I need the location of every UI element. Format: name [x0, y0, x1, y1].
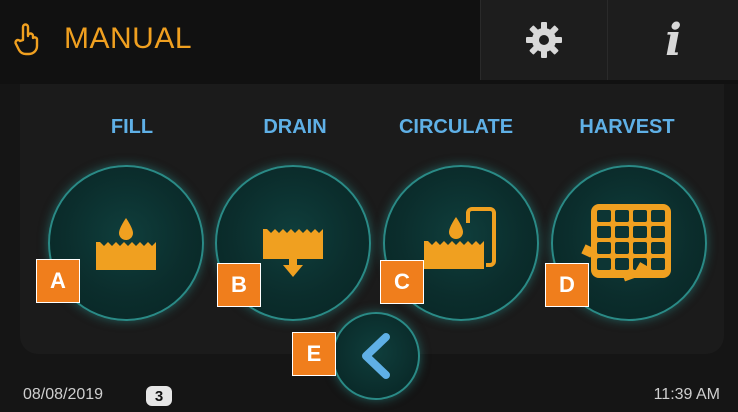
fill-icon	[96, 218, 156, 270]
fill-tag: A	[36, 259, 80, 303]
gear-icon	[526, 22, 562, 58]
back-button[interactable]	[332, 312, 420, 400]
manual-screen: MANUAL i FILL A DRAIN B CIRCULATE C HARV…	[0, 0, 738, 412]
header-bar: MANUAL i	[0, 0, 738, 84]
circulate-icon	[424, 207, 496, 269]
fill-label: FILL	[110, 116, 154, 138]
drain-icon	[263, 229, 323, 277]
settings-button[interactable]	[480, 0, 608, 80]
info-button[interactable]: i	[607, 0, 738, 80]
back-tag: E	[292, 332, 336, 376]
drain-label: DRAIN	[263, 116, 327, 138]
harvest-label: HARVEST	[579, 116, 675, 138]
drain-tag: B	[217, 263, 261, 307]
date-display: 08/08/2019	[23, 386, 104, 403]
time-display: 11:39 AM	[653, 386, 720, 403]
hand-pointer-icon	[14, 23, 39, 56]
chevron-left-icon	[362, 333, 390, 379]
info-icon: i	[665, 14, 682, 66]
harvest-tag: D	[545, 263, 589, 307]
day-badge: 3	[146, 386, 172, 406]
harvest-icon	[581, 204, 671, 282]
circulate-label: CIRCULATE	[398, 116, 514, 138]
circulate-tag: C	[380, 260, 424, 304]
page-title: MANUAL	[64, 22, 193, 55]
